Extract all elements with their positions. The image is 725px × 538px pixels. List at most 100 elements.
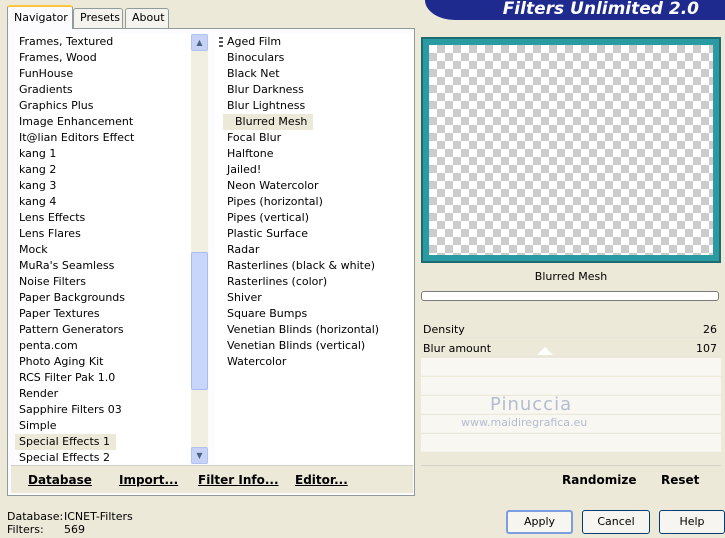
category-item[interactable]: Lens Flares — [15, 226, 191, 242]
right-action-bar: Randomize Reset — [421, 465, 721, 493]
filters-count: 569 — [64, 523, 85, 536]
category-item[interactable]: Frames, Textured — [15, 34, 191, 50]
category-item[interactable]: Lens Effects — [15, 210, 191, 226]
filter-item[interactable]: Black Net — [215, 66, 413, 82]
category-item-label: Graphics Plus — [19, 99, 94, 112]
category-item-label: RCS Filter Pak 1.0 — [19, 371, 116, 384]
filter-item-label: Square Bumps — [227, 307, 308, 320]
filter-item[interactable]: Venetian Blinds (horizontal) — [215, 322, 413, 338]
progress-bar — [421, 291, 719, 301]
category-item[interactable]: kang 3 — [15, 178, 191, 194]
scroll-thumb[interactable] — [191, 252, 208, 390]
filter-item[interactable]: Aged Film — [215, 34, 413, 50]
category-item[interactable]: Graphics Plus — [15, 98, 191, 114]
category-item[interactable]: kang 1 — [15, 146, 191, 162]
category-item[interactable]: Paper Textures — [15, 306, 191, 322]
filter-item[interactable]: Shiver — [215, 290, 413, 306]
scroll-down-arrow-icon[interactable]: ▼ — [191, 447, 208, 464]
tab-presets[interactable]: Presets — [73, 8, 123, 28]
scroll-up-arrow-icon[interactable]: ▲ — [191, 34, 208, 51]
import-button[interactable]: Import... — [119, 473, 178, 487]
category-item[interactable]: FunHouse — [15, 66, 191, 82]
category-item[interactable]: Frames, Wood — [15, 50, 191, 66]
apply-button[interactable]: Apply — [506, 510, 573, 534]
category-list[interactable]: Frames, Textured Frames, Wood FunHouse Grad… — [15, 34, 191, 464]
category-item-label: Special Effects 1 — [15, 434, 117, 450]
category-item[interactable]: Gradients — [15, 82, 191, 98]
reset-button[interactable]: Reset — [661, 473, 699, 487]
category-item-label: Paper Backgrounds — [19, 291, 126, 304]
category-item-label: Lens Effects — [19, 211, 86, 224]
param-value: 26 — [703, 323, 717, 336]
database-button[interactable]: Database — [28, 473, 92, 487]
randomize-button[interactable]: Randomize — [562, 473, 636, 487]
filter-item-label: Rasterlines (black & white) — [227, 259, 376, 272]
filter-item-label: Blurred Mesh — [223, 114, 314, 130]
filter-item[interactable]: Pipes (vertical) — [215, 210, 413, 226]
category-item[interactable]: Paper Backgrounds — [15, 290, 191, 306]
param-density[interactable]: Density 26 — [421, 320, 721, 338]
filter-item-label: Blur Lightness — [227, 99, 306, 112]
category-item[interactable]: Photo Aging Kit — [15, 354, 191, 370]
category-scrollbar[interactable]: ▲ ▼ — [191, 34, 208, 464]
category-item[interactable]: It@lian Editors Effect — [15, 130, 191, 146]
filter-item-label: Aged Film — [227, 35, 282, 48]
filter-item[interactable]: Blurred Mesh — [215, 114, 413, 130]
category-item[interactable]: Special Effects 2 — [15, 450, 191, 464]
category-item[interactable]: MuRa's Seamless — [15, 258, 191, 274]
filter-item[interactable]: Halftone — [215, 146, 413, 162]
cancel-button[interactable]: Cancel — [582, 510, 650, 534]
help-button[interactable]: Help — [659, 510, 725, 534]
category-item-label: Photo Aging Kit — [19, 355, 104, 368]
category-item[interactable]: Noise Filters — [15, 274, 191, 290]
filter-item[interactable]: Watercolor — [215, 354, 413, 370]
editor-button[interactable]: Editor... — [295, 473, 348, 487]
category-item[interactable]: Special Effects 1 — [15, 434, 191, 450]
filter-item-label: Plastic Surface — [227, 227, 308, 240]
filter-info-button[interactable]: Filter Info... — [198, 473, 279, 487]
tab-navigator[interactable]: Navigator — [7, 5, 73, 29]
param-blur-amount[interactable]: Blur amount 107 — [421, 339, 721, 357]
category-item-label: kang 2 — [19, 163, 57, 176]
tab-about[interactable]: About — [125, 8, 169, 28]
filter-item-label: Venetian Blinds (horizontal) — [227, 323, 380, 336]
filter-item-label: Black Net — [227, 67, 280, 80]
preview-canvas — [429, 45, 713, 255]
filter-item[interactable]: Binoculars — [215, 50, 413, 66]
category-item-label: kang 1 — [19, 147, 57, 160]
filter-item[interactable]: Blur Lightness — [215, 98, 413, 114]
filter-item[interactable]: Neon Watercolor — [215, 178, 413, 194]
filter-item[interactable]: Jailed! — [215, 162, 413, 178]
filter-item[interactable]: Square Bumps — [215, 306, 413, 322]
filter-item-label: Binoculars — [227, 51, 285, 64]
filter-item-label: Watercolor — [227, 355, 287, 368]
filter-item[interactable]: Rasterlines (black & white) — [215, 258, 413, 274]
category-item[interactable]: Render — [15, 386, 191, 402]
category-item[interactable]: RCS Filter Pak 1.0 — [15, 370, 191, 386]
filter-item[interactable]: Radar — [215, 242, 413, 258]
filter-list[interactable]: Aged Film Binoculars Black Net Blur Darknes… — [215, 34, 413, 464]
filter-item-label: Halftone — [227, 147, 274, 160]
category-item[interactable]: Image Enhancement — [15, 114, 191, 130]
category-item-label: Paper Textures — [19, 307, 100, 320]
category-item-label: Noise Filters — [19, 275, 86, 288]
category-item[interactable]: Pattern Generators — [15, 322, 191, 338]
filter-item[interactable]: Venetian Blinds (vertical) — [215, 338, 413, 354]
category-item[interactable]: kang 4 — [15, 194, 191, 210]
database-label: Database: — [7, 510, 64, 523]
category-item[interactable]: Mock — [15, 242, 191, 258]
category-item-label: Mock — [19, 243, 48, 256]
filter-item[interactable]: Focal Blur — [215, 130, 413, 146]
filter-item[interactable]: Blur Darkness — [215, 82, 413, 98]
category-item[interactable]: Simple — [15, 418, 191, 434]
category-item[interactable]: Sapphire Filters 03 — [15, 402, 191, 418]
category-item-label: kang 3 — [19, 179, 57, 192]
filter-item-label: Shiver — [227, 291, 262, 304]
filter-item[interactable]: Pipes (horizontal) — [215, 194, 413, 210]
category-item[interactable]: kang 2 — [15, 162, 191, 178]
category-item[interactable]: penta.com — [15, 338, 191, 354]
filter-item[interactable]: Rasterlines (color) — [215, 274, 413, 290]
filter-item[interactable]: Plastic Surface — [215, 226, 413, 242]
filters-label: Filters: — [7, 523, 44, 536]
param-label: Density — [423, 323, 465, 336]
